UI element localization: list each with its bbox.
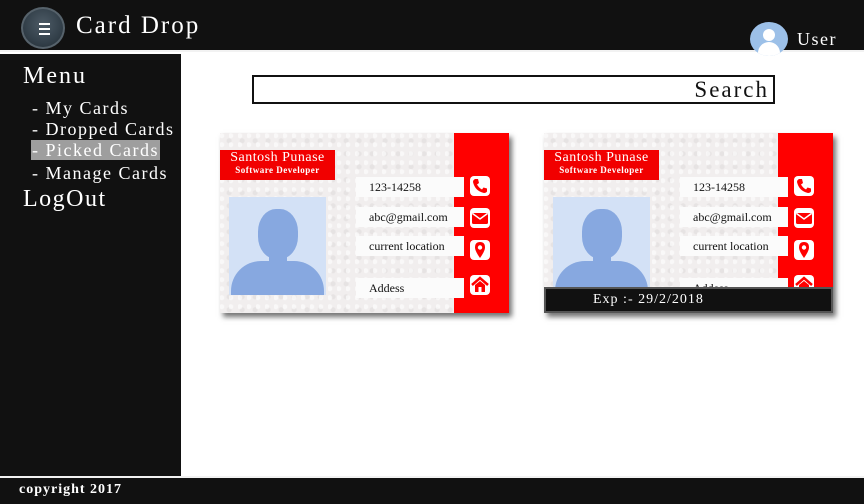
mail-icon[interactable] xyxy=(794,208,814,228)
sidebar-item-manage-cards[interactable]: - Manage Cards xyxy=(31,163,169,184)
card-role: Software Developer xyxy=(559,165,644,175)
card-address: Addess xyxy=(356,278,464,298)
sidebar-item-my-cards[interactable]: - My Cards xyxy=(31,98,130,119)
location-pin-icon[interactable] xyxy=(470,240,490,260)
top-header: Card Drop User xyxy=(0,0,864,56)
menu-toggle-button[interactable] xyxy=(21,7,65,49)
search-bar: Search xyxy=(252,75,775,104)
contact-card[interactable]: Santosh Punase Software Developer 123-14… xyxy=(544,133,833,313)
footer: copyright 2017 xyxy=(0,476,864,504)
menu-icon xyxy=(39,23,50,35)
card-name: Santosh Punase xyxy=(230,150,325,165)
card-phone: 123-14258 xyxy=(356,177,464,197)
contact-card[interactable]: Santosh Punase Software Developer 123-14… xyxy=(220,133,509,313)
location-pin-icon[interactable] xyxy=(794,240,814,260)
search-input[interactable] xyxy=(258,79,688,100)
mail-icon[interactable] xyxy=(470,208,490,228)
user-icon[interactable] xyxy=(750,22,788,56)
card-name: Santosh Punase xyxy=(554,150,649,165)
profile-photo-placeholder xyxy=(229,197,326,295)
card-email: abc@gmail.com xyxy=(356,207,464,227)
sidebar: Menu - My Cards - Dropped Cards - Picked… xyxy=(0,54,181,476)
user-label[interactable]: User xyxy=(797,29,837,50)
search-button[interactable]: Search xyxy=(694,77,769,103)
home-icon[interactable] xyxy=(470,275,490,295)
card-location: current location xyxy=(356,236,464,256)
profile-photo-placeholder xyxy=(553,197,650,295)
app-title: Card Drop xyxy=(76,12,201,39)
card-name-banner: Santosh Punase Software Developer xyxy=(544,150,659,180)
logout-link[interactable]: LogOut xyxy=(23,186,107,213)
phone-icon[interactable] xyxy=(470,176,490,196)
card-expiry-bar: Exp :- 29/2/2018 xyxy=(544,287,833,313)
copyright-text: copyright 2017 xyxy=(19,482,123,497)
card-email: abc@gmail.com xyxy=(680,207,788,227)
card-role: Software Developer xyxy=(235,165,320,175)
card-expiry: Exp :- 29/2/2018 xyxy=(593,292,704,307)
sidebar-item-picked-cards[interactable]: - Picked Cards xyxy=(31,140,160,161)
card-location: current location xyxy=(680,236,788,256)
card-phone: 123-14258 xyxy=(680,177,788,197)
menu-title: Menu xyxy=(23,63,87,89)
phone-icon[interactable] xyxy=(794,176,814,196)
sidebar-item-dropped-cards[interactable]: - Dropped Cards xyxy=(31,119,175,140)
card-name-banner: Santosh Punase Software Developer xyxy=(220,150,335,180)
